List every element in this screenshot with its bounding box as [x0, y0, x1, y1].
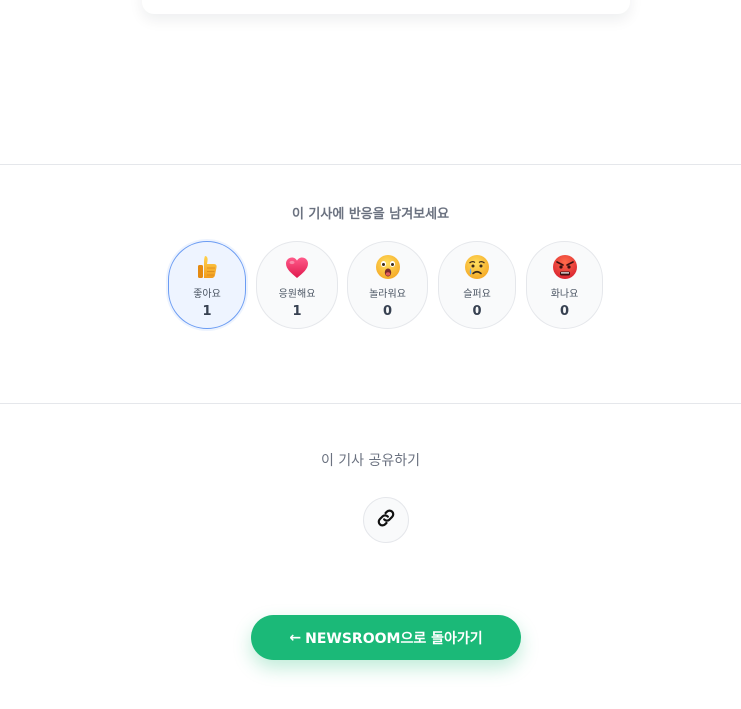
surprised-face-icon — [348, 253, 427, 281]
back-button-label: NEWSROOM으로 돌아가기 — [305, 630, 483, 647]
reactions-heading: 이 기사에 반응을 남겨보세요 — [291, 207, 450, 222]
reaction-label: 놀라워요 — [369, 289, 406, 300]
reaction-count: 1 — [202, 304, 212, 319]
arrow-left-icon: ← — [289, 629, 302, 646]
copy-link-button[interactable] — [363, 497, 409, 543]
reaction-count: 0 — [559, 304, 570, 319]
reaction-sad-button[interactable]: 슬퍼요 0 — [438, 241, 516, 329]
reaction-count: 1 — [292, 304, 302, 319]
sad-face-icon — [439, 253, 515, 281]
article-content-card — [142, 0, 630, 14]
link-icon — [375, 507, 397, 533]
article-footer: 이 기사에 반응을 남겨보세요 좋아요 1 응원해요 1 놀라워요 0 슬퍼요 … — [0, 0, 741, 709]
reactions-row: 좋아요 1 응원해요 1 놀라워요 0 슬퍼요 0 화나요 0 — [0, 241, 741, 331]
reaction-count: 0 — [382, 304, 393, 319]
angry-face-icon — [527, 253, 602, 281]
reaction-label: 화나요 — [550, 289, 579, 300]
reaction-angry-button[interactable]: 화나요 0 — [526, 241, 603, 329]
thumbs-up-icon — [169, 253, 245, 281]
reaction-surprised-button[interactable]: 놀라워요 0 — [347, 241, 428, 329]
back-to-newsroom-button[interactable]: ← NEWSROOM으로 돌아가기 — [251, 615, 521, 660]
reaction-label: 응원해요 — [278, 289, 316, 300]
divider — [0, 403, 741, 404]
reaction-cheer-button[interactable]: 응원해요 1 — [256, 241, 338, 329]
reaction-label: 슬퍼요 — [463, 289, 491, 300]
divider — [0, 164, 741, 165]
reaction-count: 0 — [472, 304, 482, 319]
reaction-like-button[interactable]: 좋아요 1 — [168, 241, 246, 329]
heart-icon — [257, 253, 337, 281]
reaction-label: 좋아요 — [193, 289, 221, 300]
share-heading: 이 기사 공유하기 — [320, 453, 421, 469]
